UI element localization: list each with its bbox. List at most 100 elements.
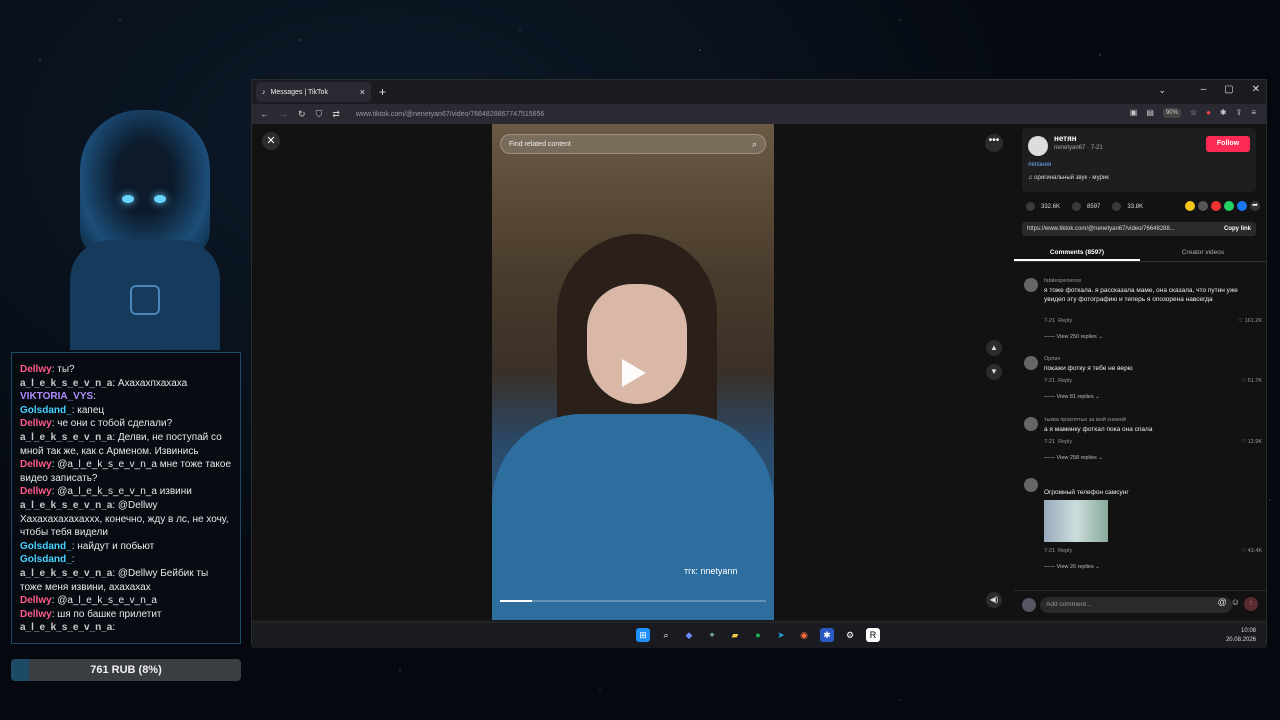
view-replies-button[interactable]: —— View 26 replies ⌄ <box>1044 564 1100 570</box>
whatsapp-icon[interactable] <box>1224 201 1234 211</box>
close-tab-icon[interactable]: × <box>360 87 365 97</box>
address-bar[interactable]: www.tiktok.com/@nenetyan67/video/7664828… <box>356 111 544 118</box>
system-clock[interactable]: 10:08 20.08.2026 <box>1226 627 1256 645</box>
chat-nickname[interactable]: Golsdand_ <box>20 554 72 565</box>
chevron-down-icon[interactable]: ⌄ <box>1158 85 1166 96</box>
minimize-button[interactable]: – <box>1201 84 1207 95</box>
tab-comments[interactable]: Comments (8597) <box>1014 246 1140 261</box>
app-icon[interactable]: ◆ <box>682 628 696 642</box>
app-r-icon[interactable]: R <box>866 628 880 642</box>
zoom-level[interactable]: 90% <box>1162 108 1181 118</box>
chat-nickname[interactable]: Dellwy <box>20 595 52 606</box>
app-settings-icon[interactable]: ⚙ <box>843 628 857 642</box>
new-tab-button[interactable]: + <box>379 85 386 99</box>
video-player[interactable]: Find related content ⌕ тгк: nnetyann <box>492 124 774 620</box>
more-options-button[interactable]: ••• <box>985 134 1003 152</box>
comment-likes[interactable]: ♡ 161.2K <box>1238 318 1262 324</box>
back-icon[interactable]: ← <box>260 109 269 119</box>
video-link[interactable]: https://www.tiktok.com/@nenetyan67/video… <box>1027 226 1175 232</box>
commenter-name[interactable]: тыква проклятых за мой снежой <box>1044 417 1126 423</box>
tab-creator-videos[interactable]: Creator videos <box>1140 246 1266 261</box>
telegram-icon[interactable]: ➤ <box>774 628 788 642</box>
commenter-name[interactable]: fatalexperience <box>1044 278 1081 284</box>
chat-nickname[interactable]: a_l_e_k_s_e_v_n_a <box>20 432 112 443</box>
heart-icon[interactable] <box>1026 202 1035 211</box>
copy-link-button[interactable]: Copy link <box>1219 222 1251 236</box>
comment-icon[interactable] <box>1072 202 1082 211</box>
emoji-icon[interactable]: ☺ <box>1231 597 1240 611</box>
commenter-avatar[interactable] <box>1024 478 1038 492</box>
chat-nickname[interactable]: Dellwy <box>20 609 52 620</box>
start-icon[interactable]: ⊞ <box>636 628 650 642</box>
reload-icon[interactable]: ↻ <box>298 109 306 120</box>
comment-likes[interactable]: ♡ 43.4K <box>1241 548 1262 554</box>
chat-nickname[interactable]: Golsdand_ <box>20 541 72 552</box>
hashtag-link[interactable]: #япония <box>1028 162 1051 168</box>
firefox-icon[interactable]: ◉ <box>797 628 811 642</box>
commenter-avatar[interactable] <box>1024 356 1038 370</box>
folder-icon[interactable]: ▰ <box>728 628 742 642</box>
commenter-name[interactable]: Орлин <box>1044 356 1060 362</box>
view-replies-button[interactable]: —— View 250 replies ⌄ <box>1044 334 1103 340</box>
chat-nickname[interactable]: a_l_e_k_s_e_v_n_a <box>20 568 112 579</box>
commenter-avatar[interactable] <box>1024 417 1038 431</box>
forward-icon[interactable]: → <box>279 109 288 119</box>
chat-nickname[interactable]: a_l_e_k_s_e_v_n_a <box>20 378 112 389</box>
close-video-button[interactable]: ✕ <box>262 132 280 150</box>
share-repost-icon[interactable] <box>1185 201 1195 211</box>
reply-button[interactable]: Reply <box>1058 548 1072 554</box>
next-video-button[interactable]: ▼ <box>986 364 1002 380</box>
view-replies-button[interactable]: —— View 81 replies ⌄ <box>1044 394 1100 400</box>
search-icon[interactable]: ⌕ <box>752 135 757 154</box>
author-avatar[interactable] <box>1028 136 1048 156</box>
permissions-icon[interactable]: ⇄ <box>332 109 340 120</box>
embed-icon[interactable] <box>1198 201 1208 211</box>
add-comment-input[interactable]: Add comment... <box>1040 597 1232 613</box>
chat-nickname[interactable]: a_l_e_k_s_e_v_n_a <box>20 500 112 511</box>
comment-likes[interactable]: ♡ 12.9K <box>1241 439 1262 445</box>
reply-button[interactable]: Reply <box>1058 378 1072 384</box>
volume-button[interactable]: ◀) <box>986 592 1002 608</box>
search-icon[interactable]: ⌕ <box>659 628 673 642</box>
chat-nickname[interactable]: a_l_e_k_s_e_v_n_a <box>20 622 112 633</box>
view-replies-button[interactable]: —— View 258 replies ⌄ <box>1044 455 1103 461</box>
extension-icon[interactable]: ● <box>1206 108 1211 118</box>
mention-icon[interactable]: @ <box>1218 597 1227 611</box>
chat-nickname[interactable]: Dellwy <box>20 364 52 375</box>
previous-video-button[interactable]: ▲ <box>986 340 1002 356</box>
reply-button[interactable]: Reply <box>1058 318 1072 324</box>
chat-nickname[interactable]: VIKTORIA_VYS <box>20 391 93 402</box>
chat-nickname[interactable]: Dellwy <box>20 459 52 470</box>
send-comment-button[interactable]: ↑ <box>1244 597 1258 611</box>
video-progress-bar[interactable] <box>500 600 766 602</box>
author-name[interactable]: нетян <box>1054 134 1077 143</box>
find-related-search[interactable]: Find related content ⌕ <box>500 134 766 154</box>
comment-image[interactable] <box>1044 500 1108 542</box>
terminal-icon[interactable]: ✦ <box>705 628 719 642</box>
reader-icon[interactable]: ▤ <box>1146 108 1154 118</box>
tab-messages-tiktok[interactable]: ♪ Messages | TikTok × <box>256 82 371 102</box>
facebook-icon[interactable] <box>1237 201 1247 211</box>
bookmark-icon[interactable] <box>1112 202 1122 211</box>
commenter-avatar[interactable] <box>1024 278 1038 292</box>
extensions-puzzle-icon[interactable]: ✱ <box>1220 108 1227 118</box>
close-window-button[interactable]: ✕ <box>1252 84 1260 95</box>
maximize-button[interactable]: ▢ <box>1224 84 1233 95</box>
chat-nickname[interactable]: Dellwy <box>20 486 52 497</box>
play-icon[interactable] <box>622 359 646 387</box>
share-arrow-icon[interactable]: ➦ <box>1250 201 1260 211</box>
music-link[interactable]: ♫ оригинальный звук - мурик <box>1028 175 1109 181</box>
share-icon[interactable]: ⇪ <box>1236 108 1243 118</box>
app-star-icon[interactable]: ✱ <box>820 628 834 642</box>
spotify-icon[interactable]: ● <box>751 628 765 642</box>
screenshot-icon[interactable]: ▣ <box>1130 108 1138 118</box>
bookmark-star-icon[interactable]: ☆ <box>1190 108 1197 118</box>
follow-button[interactable]: Follow <box>1206 136 1250 152</box>
comment-likes[interactable]: ♡ 51.7K <box>1241 378 1262 384</box>
shield-icon[interactable]: ⛉ <box>316 109 323 120</box>
send-icon[interactable] <box>1211 201 1221 211</box>
chat-nickname[interactable]: Dellwy <box>20 418 52 429</box>
chat-nickname[interactable]: Golsdand_ <box>20 405 72 416</box>
menu-icon[interactable]: ≡ <box>1251 108 1256 118</box>
reply-button[interactable]: Reply <box>1058 439 1072 445</box>
